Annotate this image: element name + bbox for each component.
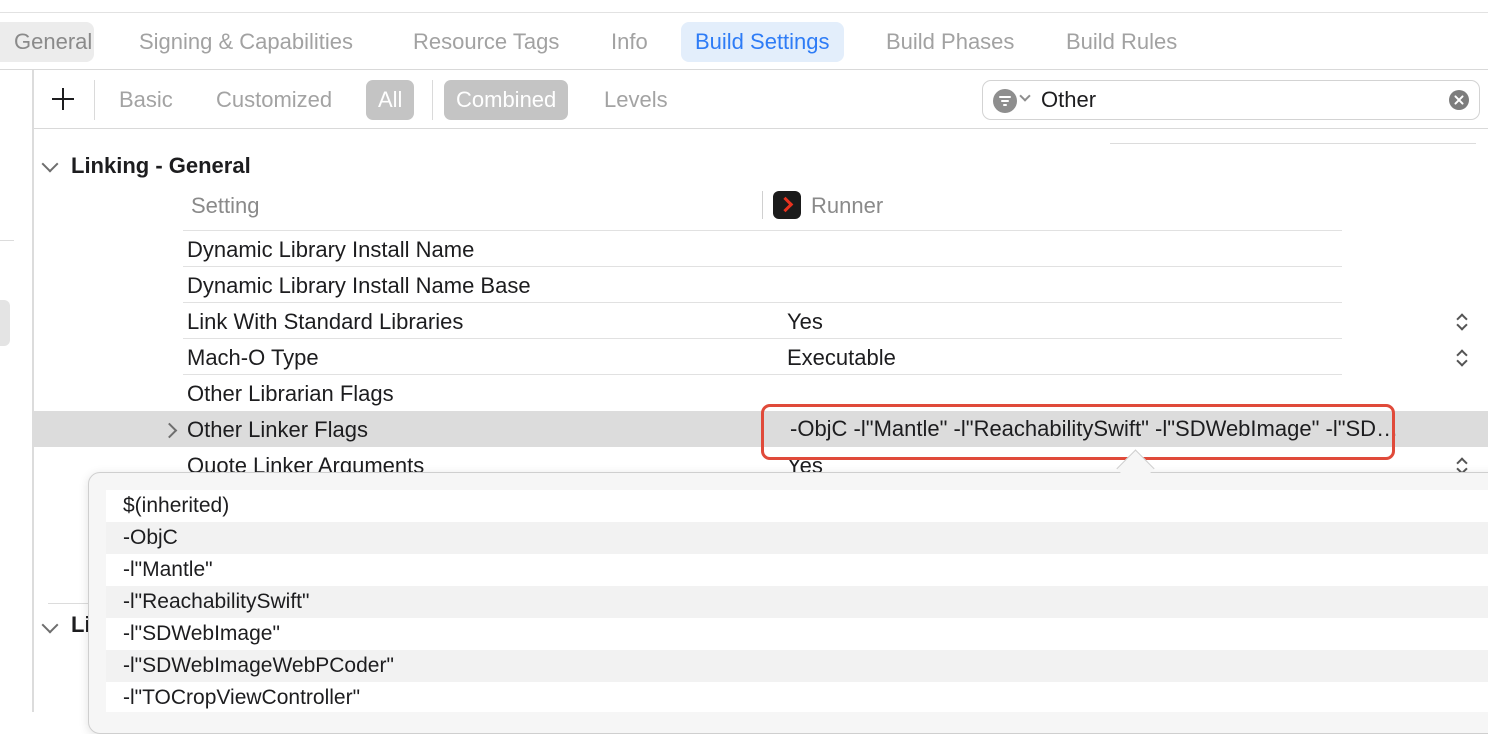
- row-separator: [183, 338, 1342, 339]
- filter-all-button[interactable]: All: [366, 80, 415, 120]
- runner-target-icon: [773, 191, 801, 219]
- list-item[interactable]: -l"TOCropViewController": [106, 682, 1488, 712]
- row-separator: [183, 302, 1342, 303]
- target-column-header: Runner: [811, 193, 884, 218]
- list-item[interactable]: $(inherited): [106, 490, 1488, 522]
- view-levels-button[interactable]: Levels: [592, 80, 680, 120]
- setting-dynamic-library-install-name-base[interactable]: Dynamic Library Install Name Base: [187, 273, 531, 299]
- tab-signing-capabilities[interactable]: Signing & Capabilities: [125, 22, 367, 62]
- search-field[interactable]: Other: [982, 80, 1480, 120]
- sidebar-selection-edge: [0, 300, 10, 346]
- setting-link-with-standard-libraries[interactable]: Link With Standard Libraries: [187, 309, 463, 335]
- popup-stepper-icon[interactable]: [1456, 313, 1468, 331]
- link-with-standard-libraries-value[interactable]: Yes: [787, 309, 823, 335]
- sidebar-divider[interactable]: [32, 70, 34, 712]
- toolbar-separator: [94, 80, 95, 120]
- list-item[interactable]: -l"SDWebImageWebPCoder": [106, 650, 1488, 682]
- search-input[interactable]: Other: [1041, 81, 1096, 119]
- column-divider[interactable]: [762, 191, 763, 219]
- tab-resource-tags[interactable]: Resource Tags: [399, 22, 573, 62]
- list-item[interactable]: -l"SDWebImage": [106, 618, 1488, 650]
- add-setting-button[interactable]: [50, 86, 76, 112]
- chevron-down-icon[interactable]: [41, 155, 59, 173]
- tab-build-rules[interactable]: Build Rules: [1052, 22, 1191, 62]
- row-separator: [183, 266, 1342, 267]
- tab-build-settings[interactable]: Build Settings: [681, 22, 844, 62]
- tab-build-phases[interactable]: Build Phases: [872, 22, 1028, 62]
- divider: [48, 603, 88, 604]
- chevron-down-icon[interactable]: [41, 616, 59, 634]
- tab-general[interactable]: General: [0, 22, 94, 62]
- filter-icon[interactable]: [993, 89, 1017, 113]
- filter-basic-button[interactable]: Basic: [107, 80, 185, 120]
- view-combined-button[interactable]: Combined: [444, 80, 569, 120]
- chevron-down-icon[interactable]: [1019, 90, 1031, 102]
- linker-flags-list[interactable]: $(inherited) -ObjC -l"Mantle" -l"Reachab…: [106, 490, 1488, 712]
- row-separator: [183, 230, 1342, 231]
- sidebar-separator: [0, 240, 14, 241]
- list-item[interactable]: -l"Mantle": [106, 554, 1488, 586]
- editor-tab-bar: General Signing & Capabilities Resource …: [0, 0, 1488, 70]
- toolbar-separator: [432, 80, 433, 120]
- setting-column-header: Setting: [191, 193, 260, 218]
- row-separator: [183, 374, 1342, 375]
- filter-customized-button[interactable]: Customized: [204, 80, 344, 120]
- list-item[interactable]: -ObjC: [106, 522, 1488, 554]
- annotation-highlight-box: [761, 404, 1395, 460]
- section-title[interactable]: Linking - General: [71, 153, 251, 179]
- setting-other-librarian-flags[interactable]: Other Librarian Flags: [187, 381, 394, 407]
- tab-info[interactable]: Info: [597, 22, 662, 62]
- popup-stepper-icon[interactable]: [1456, 349, 1468, 367]
- divider: [1110, 143, 1476, 144]
- setting-other-linker-flags[interactable]: Other Linker Flags: [187, 417, 368, 443]
- list-item[interactable]: -l"ReachabilitySwift": [106, 586, 1488, 618]
- mach-o-type-value[interactable]: Executable: [787, 345, 896, 371]
- clear-search-icon[interactable]: [1449, 90, 1469, 110]
- setting-dynamic-library-install-name[interactable]: Dynamic Library Install Name: [187, 237, 474, 263]
- setting-mach-o-type[interactable]: Mach-O Type: [187, 345, 319, 371]
